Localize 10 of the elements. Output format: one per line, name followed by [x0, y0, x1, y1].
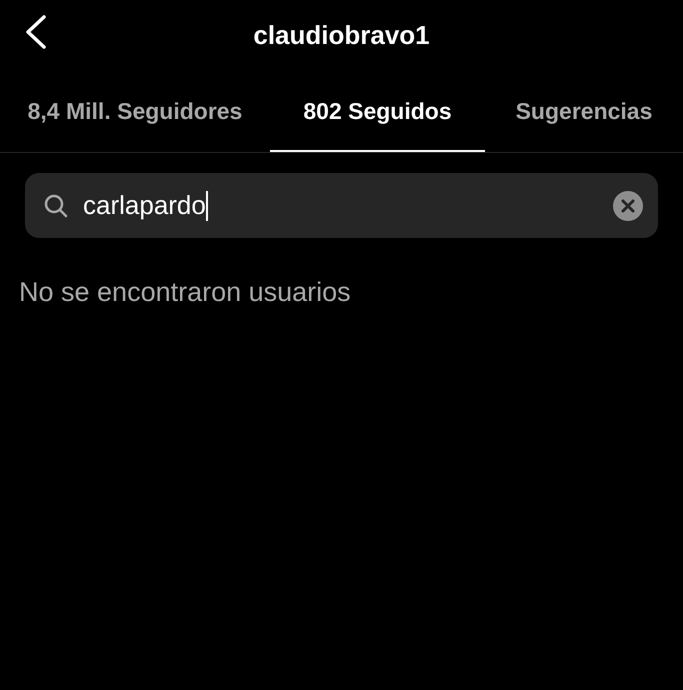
tab[interactable]: 802 Seguidos — [270, 70, 485, 152]
tab[interactable]: Sugerencias — [485, 70, 683, 152]
search-text: carlapardo — [83, 189, 206, 222]
tab[interactable]: 8,4 Mill. Seguidores — [0, 70, 270, 152]
profile-username: claudiobravo1 — [253, 18, 430, 52]
close-icon — [612, 190, 644, 222]
clear-button[interactable] — [612, 190, 644, 222]
search-field[interactable]: carlapardo — [25, 173, 658, 238]
search-icon — [43, 192, 69, 218]
empty-message: No se encontraron usuarios — [19, 276, 352, 309]
